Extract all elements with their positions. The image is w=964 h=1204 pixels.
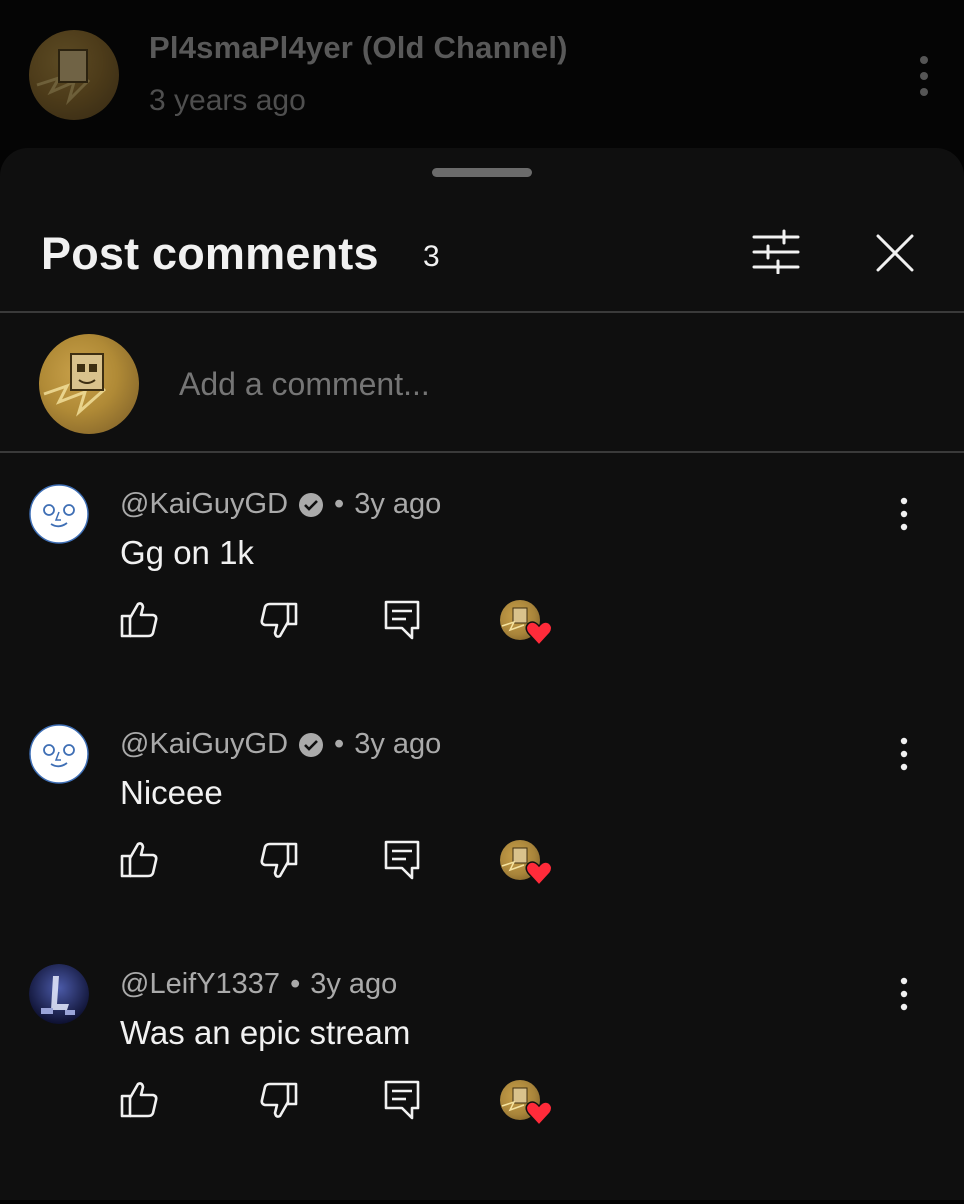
comment-meta: @KaiGuyGD • 3y ago (120, 488, 441, 521)
comment-time: 3y ago (310, 968, 398, 1000)
channel-name[interactable]: Pl4smaPl4yer (Old Channel) (149, 30, 568, 66)
channel-avatar[interactable] (29, 30, 119, 120)
thumb-up-icon[interactable] (118, 1078, 162, 1122)
comment-meta: @LeifY1337 • 3y ago (120, 968, 397, 1001)
reply-icon[interactable] (380, 1078, 424, 1122)
comment-item: @KaiGuyGD • 3y ago Gg on 1k (0, 484, 964, 724)
thumb-up-icon[interactable] (118, 598, 162, 642)
commenter-avatar[interactable] (29, 724, 89, 784)
separator-dot: • (334, 728, 345, 760)
filter-icon[interactable] (750, 228, 802, 275)
commenter-avatar[interactable] (29, 484, 89, 544)
comment-time: 3y ago (354, 728, 442, 760)
more-vert-icon[interactable] (888, 496, 920, 532)
comment-author[interactable]: @LeifY1337 (120, 968, 280, 1001)
background-post-header: Pl4smaPl4yer (Old Channel) 3 years ago (0, 0, 964, 150)
thumb-down-icon[interactable] (256, 838, 300, 882)
comment-text: Niceee (120, 774, 223, 811)
divider (0, 311, 964, 313)
comment-time: 3y ago (354, 488, 442, 520)
thumb-up-icon[interactable] (118, 838, 162, 882)
more-vert-icon[interactable] (888, 976, 920, 1012)
reply-icon[interactable] (380, 598, 424, 642)
creator-heart (500, 840, 554, 890)
creator-heart (500, 600, 554, 650)
thumb-down-icon[interactable] (256, 1078, 300, 1122)
reply-icon[interactable] (380, 838, 424, 882)
comment-item: @LeifY1337 • 3y ago Was an epic stream (0, 964, 964, 1204)
verified-icon (298, 492, 324, 518)
creator-heart (500, 1080, 554, 1130)
comment-count: 3 (423, 240, 440, 273)
add-comment-input[interactable] (179, 366, 879, 403)
heart-icon (525, 860, 553, 887)
separator-dot: • (334, 488, 345, 520)
separator-dot: • (290, 968, 301, 1000)
comment-text: Was an epic stream (120, 1014, 411, 1051)
comment-text: Gg on 1k (120, 534, 254, 571)
post-time: 3 years ago (149, 84, 306, 117)
close-icon[interactable] (872, 230, 918, 276)
comment-author[interactable]: @KaiGuyGD (120, 488, 288, 521)
commenter-avatar[interactable] (29, 964, 89, 1024)
comments-sheet: Post comments 3 Add a comment... @KaiGuy… (0, 148, 964, 1200)
drag-handle[interactable] (432, 168, 532, 177)
sheet-title: Post comments (41, 228, 379, 279)
heart-icon (525, 620, 553, 647)
more-vert-icon[interactable] (908, 54, 940, 98)
user-avatar (39, 334, 139, 434)
heart-icon (525, 1100, 553, 1127)
comment-item: @KaiGuyGD • 3y ago Niceee (0, 724, 964, 964)
more-vert-icon[interactable] (888, 736, 920, 772)
divider (0, 451, 964, 453)
comment-meta: @KaiGuyGD • 3y ago (120, 728, 441, 761)
comment-author[interactable]: @KaiGuyGD (120, 728, 288, 761)
verified-icon (298, 732, 324, 758)
thumb-down-icon[interactable] (256, 598, 300, 642)
